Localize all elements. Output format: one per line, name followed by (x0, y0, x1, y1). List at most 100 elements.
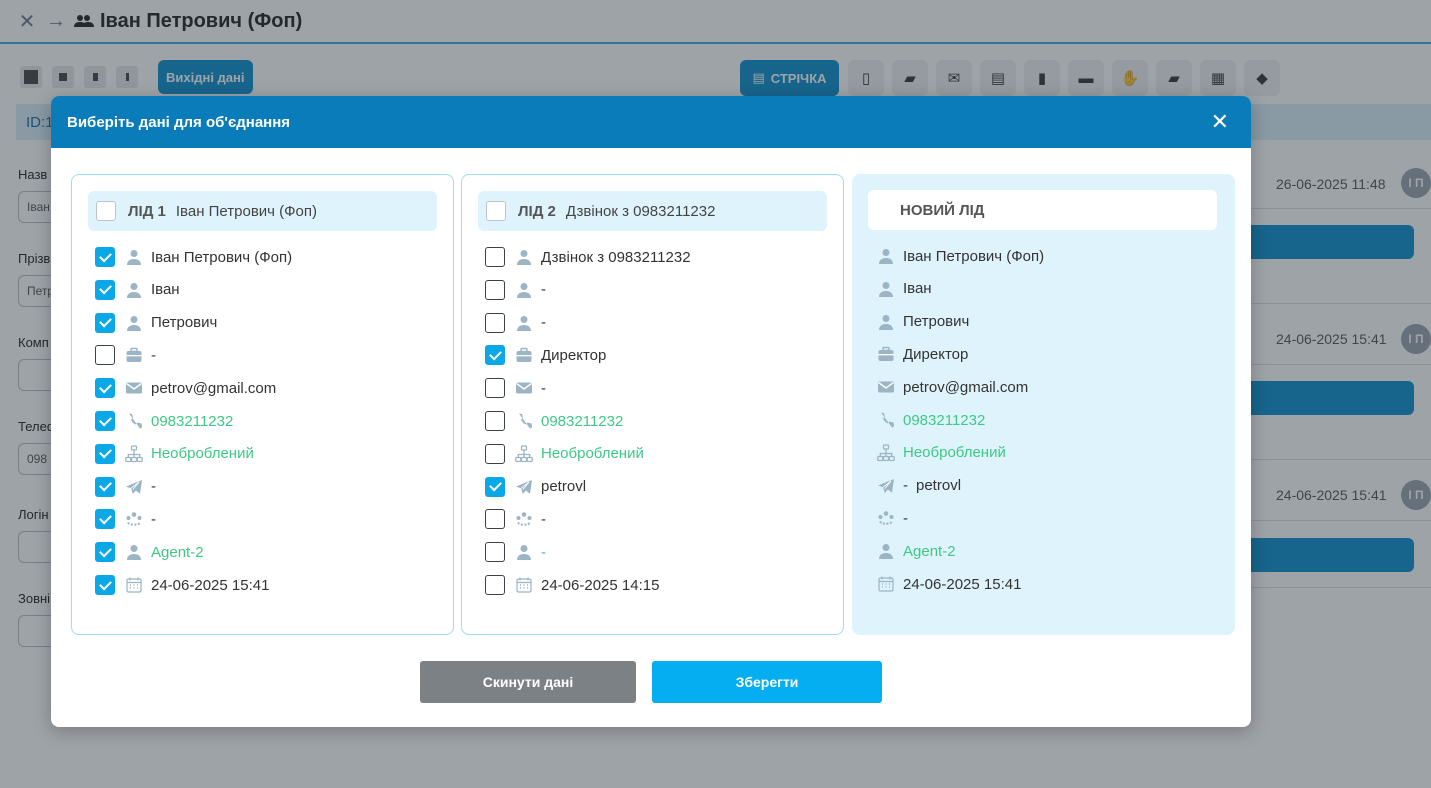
field-row: petrov@gmail.com (877, 375, 1028, 399)
column-header: ЛІД 2 Дзвінок з 0983211232 (478, 191, 827, 231)
field-value: Директор (541, 346, 607, 364)
field-row[interactable]: Директор (485, 343, 606, 367)
field-checkbox[interactable] (95, 279, 115, 300)
field-row: Іван Петрович (Фоп) (877, 244, 1044, 268)
field-value: Петрович (151, 314, 218, 332)
field-value: petrov@gmail.com (151, 379, 277, 397)
person-icon (515, 281, 533, 299)
field-value: Необроблений (541, 445, 644, 463)
envelope-icon (125, 379, 143, 397)
field-row[interactable]: Необроблений (95, 442, 254, 466)
field-row[interactable]: - (485, 540, 546, 564)
field-checkbox[interactable] (95, 378, 115, 399)
field-row[interactable]: Необроблений (485, 442, 644, 466)
field-row[interactable]: 24-06-2025 14:15 (485, 573, 659, 597)
person-icon (515, 543, 533, 561)
field-row: 24-06-2025 15:41 (877, 572, 1021, 596)
field-checkbox[interactable] (95, 542, 115, 563)
column-title: ЛІД 1 (128, 202, 166, 220)
field-value: - (903, 477, 908, 495)
field-checkbox[interactable] (485, 312, 505, 333)
field-checkbox[interactable] (95, 443, 115, 464)
person-icon (125, 543, 143, 561)
field-value: Необроблений (903, 444, 1006, 462)
person-icon (877, 313, 895, 331)
field-row[interactable]: petrov@gmail.com (95, 376, 276, 400)
select-all-checkbox[interactable] (96, 201, 116, 221)
field-value: petrovl (541, 478, 587, 496)
field-row[interactable]: - (95, 507, 156, 531)
field-value: Іван Петрович (Фоп) (151, 248, 293, 266)
field-checkbox[interactable] (485, 542, 505, 563)
field-row: Петрович (877, 310, 969, 334)
column-header: НОВИЙ ЛІД (868, 190, 1217, 230)
phone-icon (515, 412, 533, 430)
person-icon (877, 247, 895, 265)
field-checkbox[interactable] (485, 443, 505, 464)
field-row[interactable]: - (485, 507, 546, 531)
new-lead-column: НОВИЙ ЛІД Іван Петрович (Фоп) Іван Петрови… (852, 174, 1235, 635)
merge-dialog: Виберіть дані для об'єднання ✕ ЛІД 1 Іва… (51, 96, 1251, 727)
field-checkbox[interactable] (485, 476, 505, 497)
save-button[interactable]: Зберегти (652, 661, 882, 703)
field-row[interactable]: Дзвінок з 0983211232 (485, 245, 691, 269)
field-checkbox[interactable] (485, 279, 505, 300)
field-checkbox[interactable] (485, 345, 505, 366)
field-value: - (541, 543, 546, 561)
field-checkbox[interactable] (485, 247, 505, 267)
field-row[interactable]: - (95, 475, 156, 499)
field-row[interactable]: - (95, 343, 156, 367)
group-icon (125, 510, 143, 528)
field-value: - (541, 281, 546, 299)
field-checkbox[interactable] (95, 476, 115, 497)
select-all-checkbox[interactable] (486, 201, 506, 221)
field-checkbox[interactable] (485, 411, 505, 431)
field-row[interactable]: Петрович (95, 311, 217, 335)
field-value: Дзвінок з 0983211232 (541, 248, 691, 266)
field-checkbox[interactable] (485, 378, 505, 399)
field-checkbox[interactable] (95, 345, 115, 366)
field-value: 0983211232 (541, 412, 624, 430)
field-value: Іван Петрович (Фоп) (903, 247, 1045, 265)
field-row[interactable]: 0983211232 (485, 409, 623, 433)
calendar-icon (515, 576, 533, 594)
field-row[interactable]: 0983211232 (95, 409, 233, 433)
field-row[interactable]: Іван (95, 278, 180, 302)
column-subtitle: Іван Петрович (Фоп) (175, 202, 318, 220)
field-value: Agent-2 (151, 543, 204, 561)
field-row: Agent-2 (877, 539, 956, 563)
reset-button[interactable]: Скинути дані (420, 661, 636, 703)
field-row[interactable]: 24-06-2025 15:41 (95, 573, 269, 597)
field-row: - petrovl (877, 474, 961, 498)
field-checkbox[interactable] (95, 575, 115, 595)
field-value: Agent-2 (903, 542, 956, 560)
field-row[interactable]: - (485, 278, 546, 302)
phone-icon (125, 412, 143, 430)
column-title: ЛІД 2 (518, 202, 556, 220)
field-checkbox[interactable] (485, 509, 505, 530)
calendar-icon (125, 576, 143, 594)
close-icon[interactable]: ✕ (1211, 111, 1229, 133)
field-row[interactable]: - (485, 311, 546, 335)
field-checkbox[interactable] (485, 575, 505, 595)
envelope-icon (877, 378, 895, 396)
field-value-extra: petrovl (916, 477, 962, 495)
group-icon (877, 509, 895, 527)
person-icon (515, 248, 533, 266)
field-checkbox[interactable] (95, 509, 115, 530)
field-value: 0983211232 (903, 411, 986, 429)
person-icon (125, 248, 143, 266)
field-row[interactable]: Agent-2 (95, 540, 204, 564)
field-row[interactable]: Іван Петрович (Фоп) (95, 245, 292, 269)
field-value: - (541, 314, 546, 332)
field-checkbox[interactable] (95, 312, 115, 333)
field-row[interactable]: petrovl (485, 475, 586, 499)
field-value: 24-06-2025 15:41 (903, 575, 1022, 593)
person-icon (515, 314, 533, 332)
field-value: petrov@gmail.com (903, 378, 1029, 396)
field-value: - (151, 346, 156, 364)
field-value: - (541, 510, 546, 528)
field-checkbox[interactable] (95, 411, 115, 431)
field-checkbox[interactable] (95, 247, 115, 267)
field-row[interactable]: - (485, 376, 546, 400)
